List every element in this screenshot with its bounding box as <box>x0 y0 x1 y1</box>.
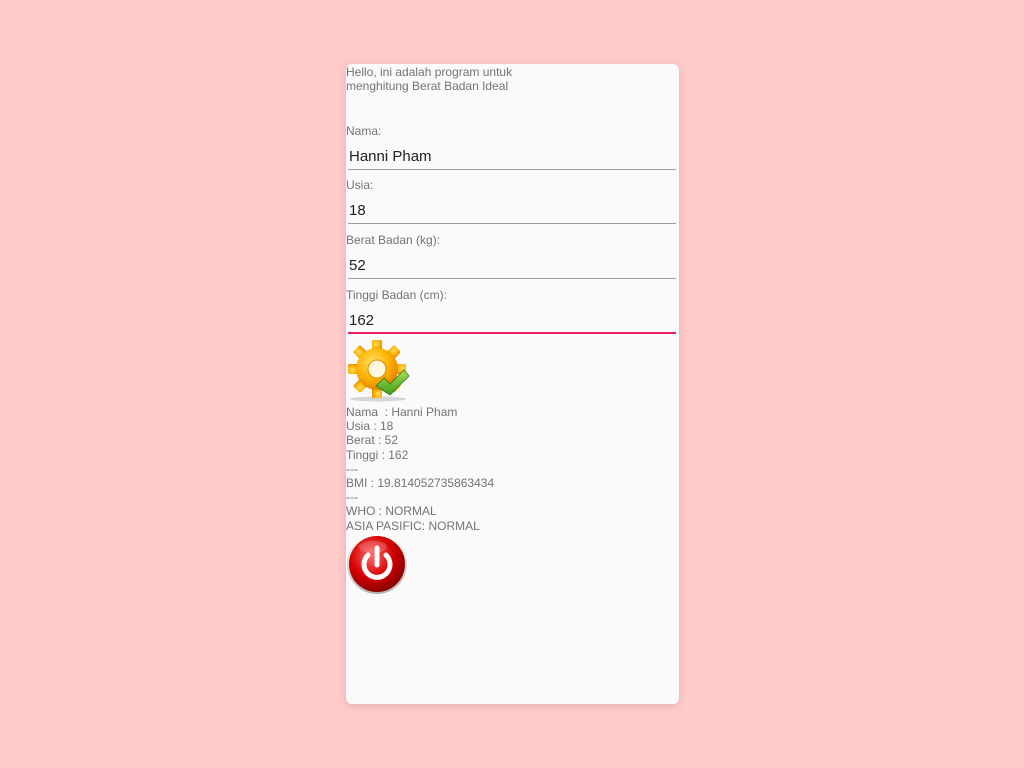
result-bmi: BMI : 19.814052735863434 <box>346 475 495 490</box>
intro-line-2: menghitung Berat Badan Ideal <box>346 79 509 93</box>
nama-input[interactable] <box>348 144 676 170</box>
power-icon <box>347 534 407 594</box>
result-asia: ASIA PASIFIC: NORMAL <box>346 518 480 533</box>
app-screen: Hello, ini adalah program untuk menghitu… <box>346 64 679 704</box>
tinggi-label: Tinggi Badan (cm): <box>346 288 447 302</box>
calculate-button[interactable] <box>346 338 410 402</box>
result-berat: Berat : 52 <box>346 433 399 448</box>
usia-input[interactable] <box>348 198 676 224</box>
result-separator-1: --- <box>346 461 358 476</box>
exit-button[interactable] <box>346 533 410 597</box>
result-panel: Nama : Hanni Pham Usia : 18 Berat : 52 T… <box>346 405 666 533</box>
result-nama: Nama : Hanni Pham <box>346 405 458 419</box>
intro-line-1: Hello, ini adalah program untuk <box>346 65 513 79</box>
result-separator-2: --- <box>346 490 358 505</box>
result-who: WHO : NORMAL <box>346 504 437 519</box>
intro-text: Hello, ini adalah program untuk menghitu… <box>346 65 546 93</box>
nama-label: Nama: <box>346 124 382 138</box>
usia-label: Usia: <box>346 178 374 192</box>
result-tinggi: Tinggi : 162 <box>346 447 409 462</box>
result-usia: Usia : 18 <box>346 419 394 434</box>
tinggi-input[interactable] <box>348 308 676 334</box>
berat-input[interactable] <box>348 253 676 279</box>
berat-label: Berat Badan (kg): <box>346 233 441 247</box>
gear-check-icon <box>348 340 410 402</box>
